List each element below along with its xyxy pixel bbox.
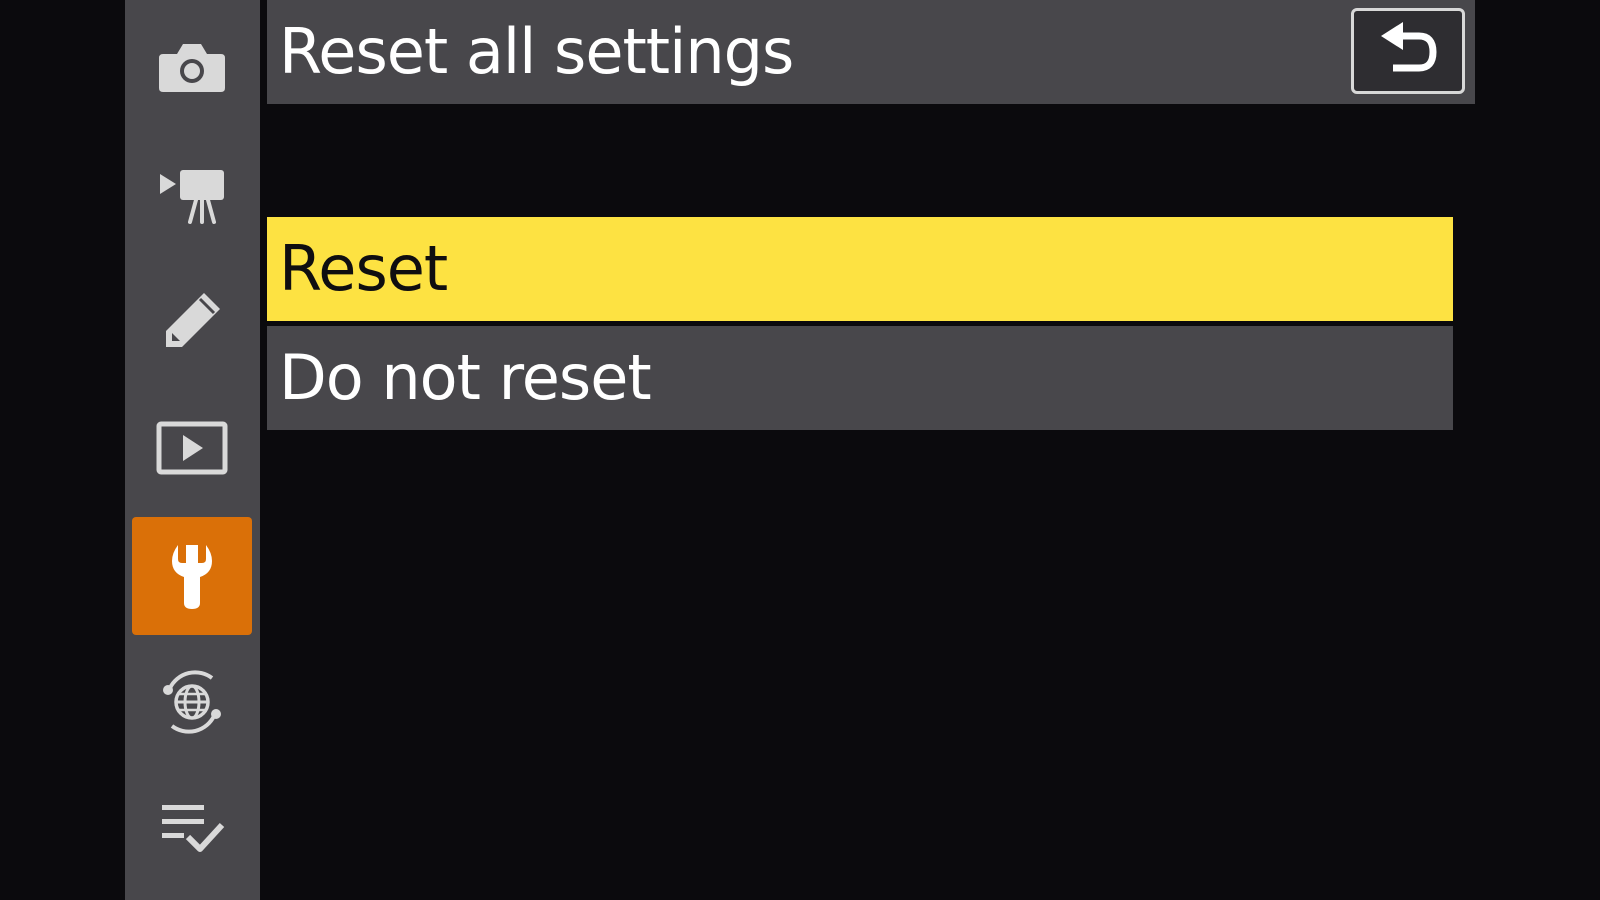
tab-setup[interactable] — [132, 517, 252, 635]
camera-icon — [159, 44, 225, 92]
tab-my-menu[interactable] — [132, 770, 252, 888]
page-title: Reset all settings — [279, 15, 794, 88]
tab-custom-settings[interactable] — [132, 262, 252, 380]
play-icon — [156, 421, 228, 475]
tab-photo-shooting[interactable] — [132, 8, 252, 126]
return-arrow-icon — [1381, 22, 1437, 72]
pencil-icon — [166, 293, 220, 347]
back-button[interactable] — [1351, 8, 1465, 94]
movie-camera-icon — [160, 170, 224, 224]
network-globe-icon — [163, 670, 221, 734]
menu-header: Reset all settings — [267, 0, 1475, 104]
option-do-not-reset[interactable]: Do not reset — [267, 326, 1453, 430]
menu-tab-bar — [125, 0, 260, 900]
option-reset[interactable]: Reset — [267, 217, 1453, 321]
tab-playback[interactable] — [132, 389, 252, 507]
list-check-icon — [162, 805, 225, 852]
tab-network[interactable] — [132, 643, 252, 761]
wrench-icon — [172, 545, 212, 609]
tab-video-recording[interactable] — [132, 135, 252, 253]
camera-menu-screen: Reset all settings Reset Do not reset — [0, 0, 1600, 900]
